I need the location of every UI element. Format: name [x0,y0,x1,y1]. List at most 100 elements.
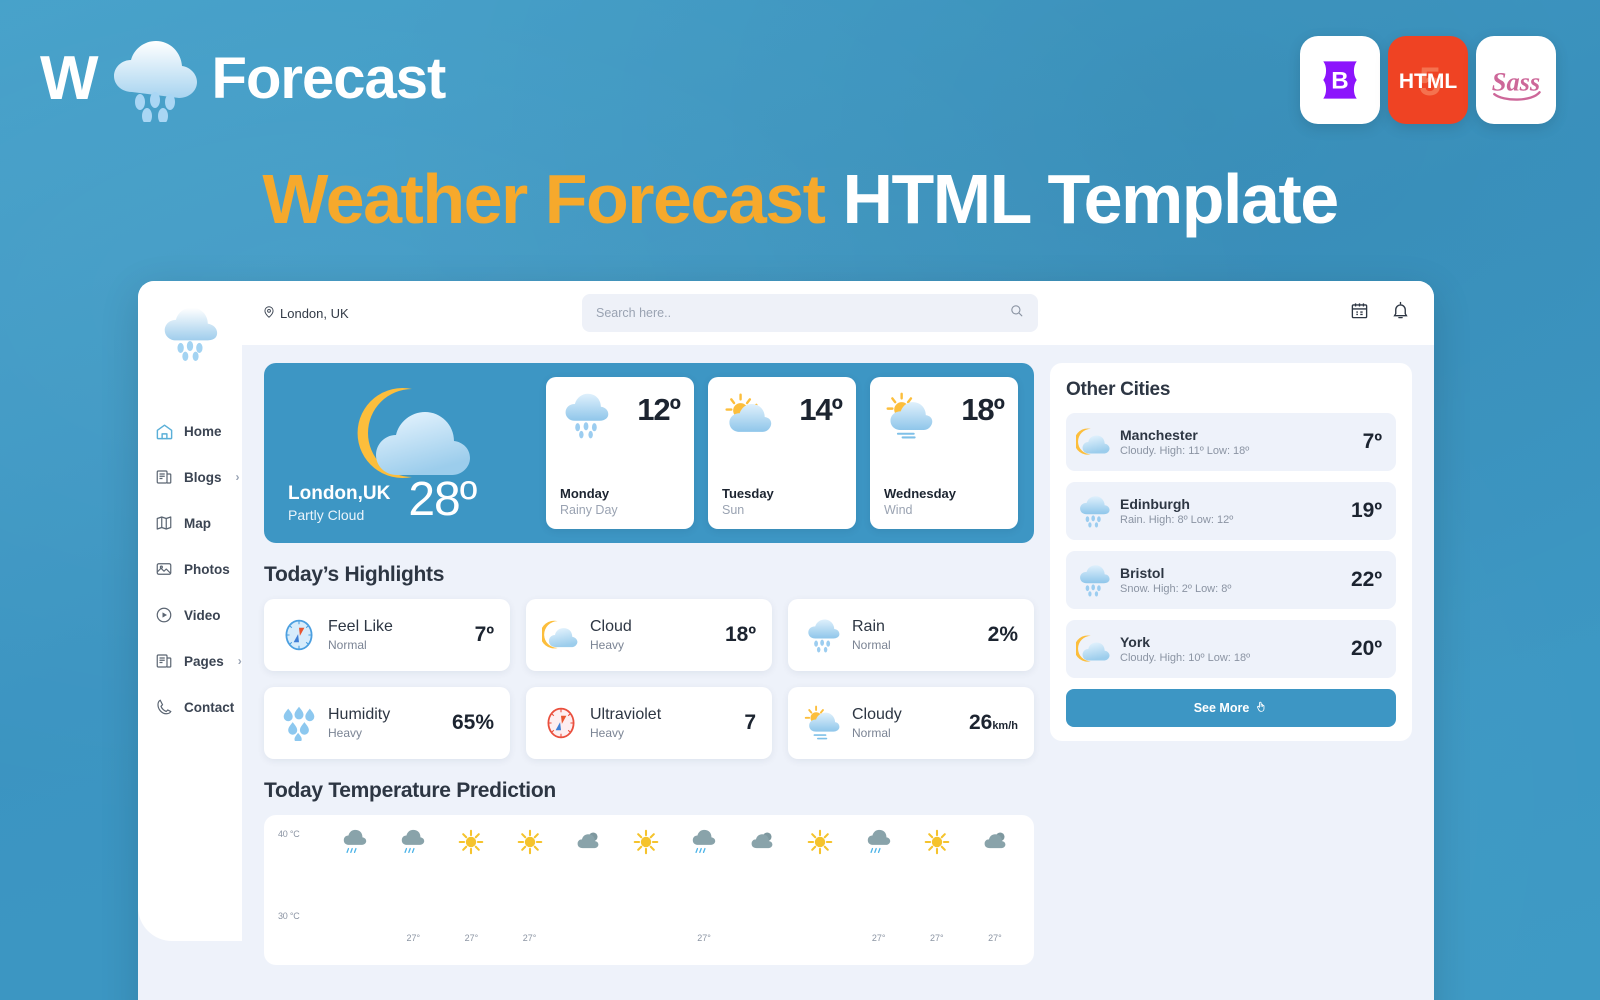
moon-cloud-icon [1076,424,1112,460]
sidebar-item-map[interactable]: Map [154,513,242,533]
bell-icon[interactable] [1391,301,1410,325]
city-row-edinburgh[interactable]: Edinburgh Rain. High: 8º Low: 12º 19º [1066,482,1396,540]
chart-point-label: 27° [464,933,479,943]
chart-point-label: 27° [988,933,1002,943]
sidebar-item-blogs[interactable]: Blogs › [154,467,242,487]
sidebar-item-photos[interactable]: Photos [154,559,242,579]
other-cities-panel: Other Cities Manchester Cloudy. High: 11 [1050,363,1412,741]
search-box[interactable] [582,294,1038,332]
search-input[interactable] [596,306,1009,320]
dashboard-body: London,UK Partly Cloud 28º 12º Monday Ra… [242,345,1434,965]
chart-value-row: 27° 27° 27° 27° 27° 27° 27° [326,933,1024,943]
city-sub: Rain. High: 8º Low: 12º [1120,513,1234,526]
brand-logo-w: W [40,44,99,113]
map-icon [154,513,174,533]
page-title-rest: HTML Template [842,160,1339,238]
city-row-york[interactable]: York Cloudy. High: 10º Low: 18º 20º [1066,620,1396,678]
current-location[interactable]: London, UK [262,305,582,322]
pointer-hand-icon [1255,700,1268,716]
chart-point-label [617,933,675,943]
bootstrap-badge: B [1300,36,1380,124]
rain-cloud-icon [1076,493,1112,529]
sidebar-item-label: Blogs [184,469,222,485]
search-icon[interactable] [1009,303,1024,323]
location-label: London, UK [280,305,349,321]
forecast-card-monday[interactable]: 12º Monday Rainy Day [546,377,694,529]
highlight-cloudy[interactable]: Cloudy Normal 26km/h [788,687,1034,759]
calendar-icon[interactable] [1350,301,1369,325]
forecast-desc: Sun [722,503,745,517]
sidebar-nav: Home Blogs › Map Photos Video Pages › Co… [138,421,242,717]
prediction-title: Today Temperature Prediction [264,779,556,802]
dashboard-content: London, UK Search here.. London,UK Partl… [242,281,1434,1000]
sidebar-item-pages[interactable]: Pages › [154,651,242,671]
page-title-highlight: Weather Forecast [262,160,826,238]
highlight-name: Ultraviolet [590,706,662,724]
sidebar-item-label: Home [184,423,222,439]
current-weather-card: London,UK Partly Cloud 28º 12º Monday Ra… [264,363,1034,543]
photos-icon [154,559,174,579]
chart-point-sun-icon [617,829,675,857]
chart-point-label: 27° [929,933,944,943]
highlight-value: 7 [744,711,756,734]
chevron-right-icon: › [235,470,240,484]
highlights-title: Today’s Highlights [264,563,445,586]
sidebar-item-home[interactable]: Home [154,421,242,441]
temperature-prediction-chart: 40 °C 30 °C 27° 27° 27° 27° 27° 27° 27° [264,815,1034,965]
rain-cloud-icon [164,307,218,361]
forecast-day: Monday [560,486,610,501]
page-title: Weather Forecast HTML Template [0,164,1600,234]
brand-logo-text: Forecast [211,46,447,111]
main-column: London,UK Partly Cloud 28º 12º Monday Ra… [264,363,1034,965]
moon-cloud-icon [542,616,580,654]
sidebar-item-contact[interactable]: Contact [154,697,242,717]
rain-cloud-icon [804,616,842,654]
other-cities-title: Other Cities [1066,379,1171,400]
current-weather-summary: London,UK Partly Cloud 28º [280,377,532,529]
highlight-humidity[interactable]: Humidity Heavy 65% [264,687,510,759]
humidity-icon [280,704,318,742]
highlight-name: Cloud [590,618,632,636]
chart-point-cloud-icon [559,829,617,857]
rain-cloud-icon [102,36,210,124]
chart-point-cloud-icon [966,829,1024,857]
topbar: London, UK [242,281,1434,345]
highlight-sub: Normal [852,725,891,740]
see-more-button[interactable]: See More [1066,689,1396,727]
highlight-sub: Heavy [590,637,625,652]
html5-badge: 5 HTML [1388,36,1468,124]
sidebar-logo [138,303,242,361]
wind-cloud-icon [804,704,842,742]
compass-blue-icon [280,616,318,654]
chart-point-rain-icon [384,829,442,857]
city-row-bristol[interactable]: Bristol Snow. High: 2º Low: 8º 22º [1066,551,1396,609]
city-name: York [1120,634,1151,651]
chart-point-label [733,933,791,943]
chart-point-label: 27° [697,933,711,943]
see-more-label: See More [1193,701,1250,715]
city-sub: Snow. High: 2º Low: 8º [1120,582,1232,595]
forecast-card-tuesday[interactable]: 14º Tuesday Sun [708,377,856,529]
home-icon [154,421,174,441]
highlight-value: 26km/h [969,711,1018,735]
highlight-ultraviolet[interactable]: Ultraviolet Heavy 7 [526,687,772,759]
current-weather-labels: London,UK Partly Cloud 28º [288,476,532,524]
highlight-sub: Normal [328,637,367,652]
highlight-name: Cloudy [852,706,902,724]
city-sub: Cloudy. High: 11º Low: 18º [1120,444,1250,457]
highlight-cloud[interactable]: Cloud Heavy 18º [526,599,772,671]
sass-badge: Sass [1476,36,1556,124]
highlight-rain[interactable]: Rain Normal 2% [788,599,1034,671]
highlight-sub: Heavy [590,725,625,740]
highlight-feel-like[interactable]: Feel Like Normal 7º [264,599,510,671]
sidebar-item-video[interactable]: Video [154,605,242,625]
map-pin-icon [262,305,276,322]
topbar-actions [1350,301,1410,325]
city-name: Edinburgh [1120,496,1190,513]
city-name: Manchester [1120,427,1198,444]
chart-point-label: 27° [522,933,537,943]
tech-badges: B 5 HTML Sass [1300,36,1556,124]
city-row-manchester[interactable]: Manchester Cloudy. High: 11º Low: 18º 7º [1066,413,1396,471]
chart-point-label [559,933,617,943]
forecast-card-wednesday[interactable]: 18º Wednesday Wind [870,377,1018,529]
